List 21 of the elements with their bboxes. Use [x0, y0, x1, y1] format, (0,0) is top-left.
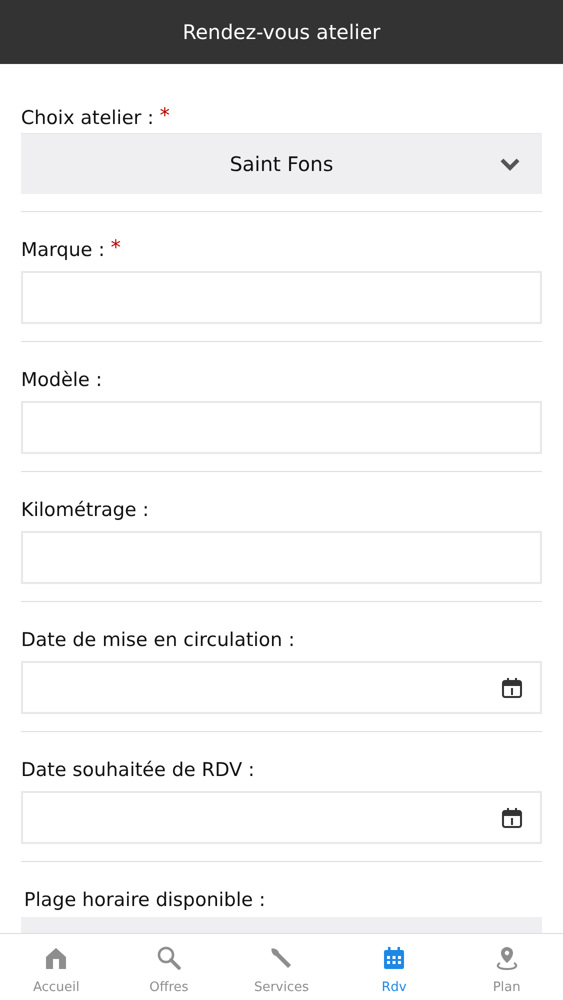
dropdown-field[interactable]: Saint Fons — [21, 133, 542, 194]
tab[interactable]: Offres — [112, 934, 226, 1000]
calendar-icon[interactable] — [500, 676, 524, 700]
field-label: Kilométrage : — [21, 498, 149, 522]
calendar-icon[interactable] — [500, 806, 524, 830]
field-label: Modèle : — [21, 368, 102, 392]
field-label: Choix atelier : — [21, 106, 154, 130]
required-mark: * — [160, 106, 170, 124]
field-label: Date souhaitée de RDV : — [21, 758, 255, 782]
field-label: Plage horaire disponible : — [24, 888, 266, 912]
field-label: Date de mise en circulation : — [21, 628, 295, 652]
date-field[interactable] — [21, 661, 542, 714]
tab[interactable]: Plan — [450, 934, 563, 1000]
tab[interactable]: Rdv — [338, 934, 450, 1000]
tab[interactable]: Services — [225, 934, 338, 1000]
field-label: Marque : — [21, 238, 105, 262]
chevron-down-icon — [500, 157, 520, 171]
page-title: Rendez-vous atelier — [182, 20, 380, 44]
tab[interactable]: Accueil — [0, 934, 113, 1000]
required-mark: * — [110, 238, 121, 256]
date-field[interactable] — [21, 791, 542, 844]
